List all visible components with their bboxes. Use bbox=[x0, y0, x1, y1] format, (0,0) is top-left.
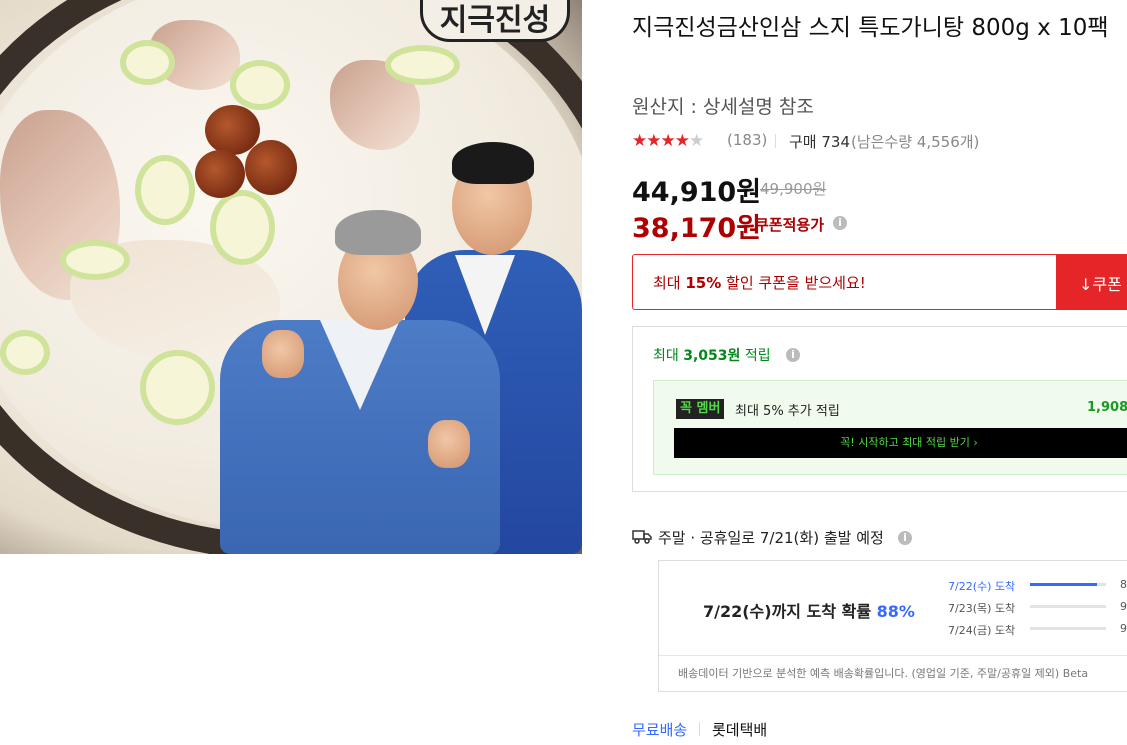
membership-badge: 꼭 멤버 bbox=[676, 399, 725, 419]
delivery-row-percent: 9 bbox=[1120, 600, 1127, 613]
truck-icon bbox=[632, 530, 652, 544]
delivery-row-label: 7/23(목) 도착 bbox=[948, 602, 1016, 615]
hand bbox=[262, 330, 304, 378]
coupon-text-post: 할인 쿠폰을 받으세요! bbox=[721, 274, 866, 292]
reward-post: 적립 bbox=[740, 348, 771, 364]
delivery-row-label: 7/24(금) 도착 bbox=[948, 624, 1016, 637]
scallion-slice bbox=[140, 350, 215, 425]
reward-pre: 최대 bbox=[653, 348, 684, 364]
divider bbox=[659, 655, 1127, 656]
person-left-hair bbox=[335, 210, 421, 255]
delivery-bar bbox=[1030, 627, 1106, 630]
info-icon[interactable]: i bbox=[786, 348, 800, 362]
info-icon[interactable]: i bbox=[898, 531, 912, 545]
reward-amount: 3,053원 bbox=[683, 348, 741, 364]
scallion-slice bbox=[135, 155, 195, 225]
coupon-banner[interactable]: 최대 15% 할인 쿠폰을 받으세요! bbox=[632, 254, 1057, 310]
delivery-footnote: 배송데이터 기반으로 분석한 예측 배송확률입니다. (영업일 기준, 주말/공… bbox=[678, 667, 1089, 680]
scallion-slice bbox=[210, 190, 275, 265]
star-half-icon: ★ bbox=[688, 131, 704, 151]
person-right-hair bbox=[452, 142, 534, 184]
membership-text: 최대 5% 추가 적립 bbox=[735, 404, 840, 419]
coupon-percent: 15% bbox=[685, 274, 722, 292]
purchase-count: 구매 734 bbox=[789, 133, 850, 151]
coupon-download-button[interactable]: ↓쿠폰 bbox=[1057, 254, 1127, 310]
scallion-slice bbox=[60, 240, 130, 280]
probability-label: 7/22(수)까지 도착 확률 bbox=[703, 602, 877, 621]
scallion-slice bbox=[385, 45, 460, 85]
membership-start-button[interactable]: 꼭! 시작하고 최대 적립 받기 › bbox=[674, 428, 1127, 458]
scallion-slice bbox=[0, 330, 50, 375]
product-image[interactable]: 지극진성 bbox=[0, 0, 582, 554]
delivery-bar bbox=[1030, 583, 1106, 586]
star-icon: ★★★★ bbox=[632, 131, 690, 151]
delivery-row-percent: 8 bbox=[1120, 578, 1127, 591]
shipping-departure-note: 주말 · 공휴일로 7/21(화) 출발 예정 bbox=[658, 529, 884, 547]
info-icon[interactable]: i bbox=[833, 216, 847, 230]
delivery-bar bbox=[1030, 605, 1106, 608]
delivery-row-label: 7/22(수) 도착 bbox=[948, 580, 1016, 593]
membership-amount: 1,908 bbox=[1087, 400, 1127, 415]
delivery-bar-fill bbox=[1030, 583, 1097, 586]
scallion-slice bbox=[230, 60, 290, 110]
divider bbox=[699, 722, 700, 736]
review-count[interactable]: (183) bbox=[727, 131, 767, 149]
coupon-price: 38,170원 bbox=[632, 213, 762, 244]
coupon-text-pre: 최대 bbox=[653, 274, 686, 292]
coupon-price-label: 쿠폰적용가 bbox=[755, 216, 825, 234]
hand bbox=[428, 420, 470, 468]
brand-logo-text: 지극진성 bbox=[439, 3, 551, 38]
sale-price: 44,910원 bbox=[632, 177, 762, 208]
delivery-row-percent: 9 bbox=[1120, 622, 1127, 635]
reward-summary: 최대 3,053원 적립 bbox=[653, 345, 771, 365]
original-price: 49,900원 bbox=[760, 180, 827, 198]
rating-stars[interactable]: ★★★★★ bbox=[632, 131, 704, 151]
jujube-slice bbox=[245, 140, 297, 195]
delivery-probability-summary: 7/22(수)까지 도착 확률 88% bbox=[703, 598, 915, 622]
product-origin: 원산지 : 상세설명 참조 bbox=[632, 96, 814, 118]
jujube-slice bbox=[195, 150, 245, 198]
stock-remaining: (남은수량 4,556개) bbox=[851, 133, 980, 151]
product-title: 지극진성금산인삼 스지 특도가니탕 800g x 10팩 bbox=[632, 15, 1109, 41]
free-shipping-label: 무료배송 bbox=[632, 721, 688, 739]
scallion-slice bbox=[120, 40, 175, 85]
brand-logo: 지극진성 bbox=[420, 0, 570, 42]
coupon-banner-text: 최대 15% 할인 쿠폰을 받으세요! bbox=[653, 272, 866, 293]
carrier-name: 롯데택배 bbox=[712, 721, 768, 739]
probability-percent: 88% bbox=[876, 602, 915, 621]
divider bbox=[775, 134, 776, 148]
